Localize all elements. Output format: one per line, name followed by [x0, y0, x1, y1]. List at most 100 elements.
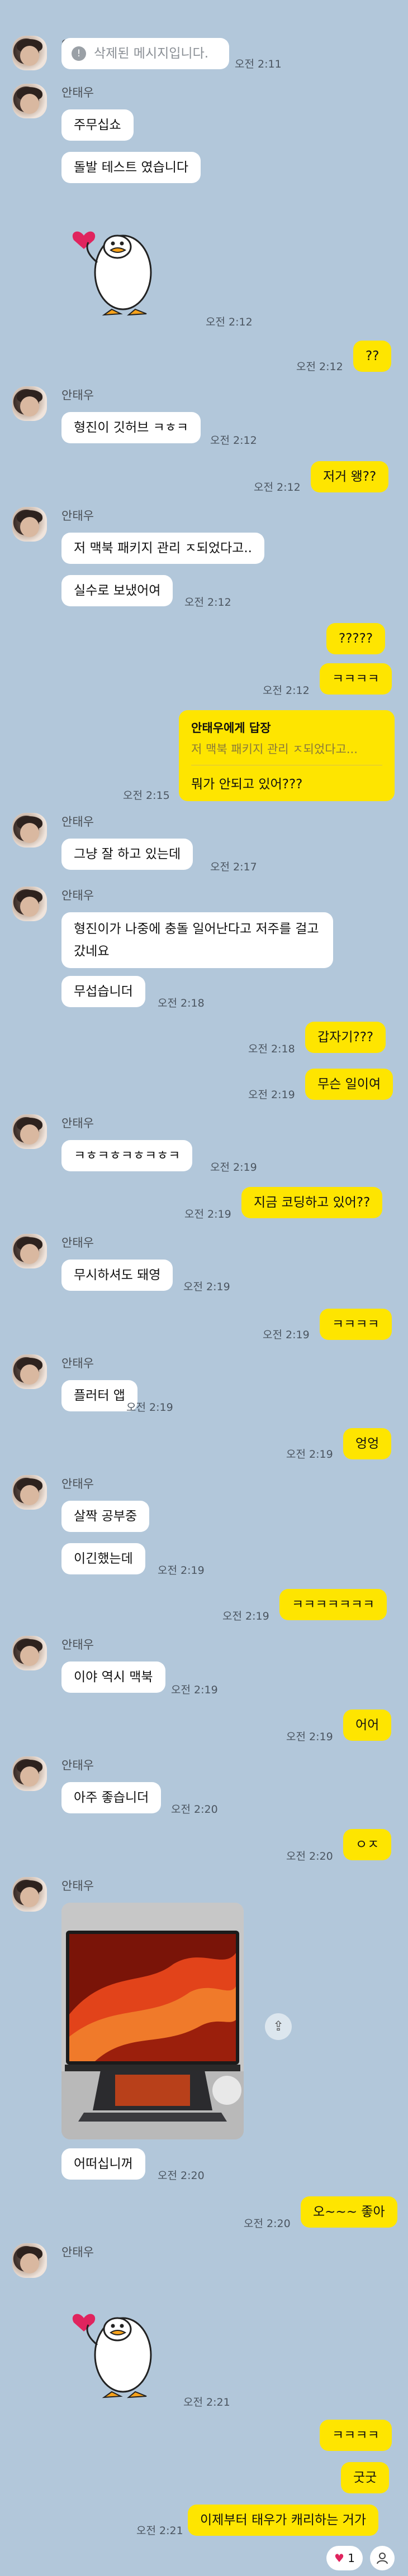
sender-name: 안태우	[61, 509, 94, 523]
message-bubble[interactable]: 갑자기???	[305, 1022, 386, 1053]
timestamp: 오전 2:12	[206, 316, 253, 328]
message-bubble[interactable]: ??	[353, 341, 392, 372]
timestamp: 오전 2:18	[248, 1043, 295, 1055]
message-bubble[interactable]: 살짝 공부중	[61, 1501, 150, 1532]
timestamp: 오전 2:12	[254, 481, 301, 494]
message-bubble[interactable]: 굿굿	[341, 2462, 390, 2493]
avatar[interactable]	[12, 386, 47, 421]
avatar[interactable]	[12, 84, 47, 118]
timestamp: 오전 2:21	[136, 2525, 183, 2537]
timestamp: 오전 2:19	[248, 1089, 295, 1101]
avatar[interactable]	[12, 507, 47, 542]
sender-name: 안태우	[61, 1236, 94, 1249]
avatar[interactable]	[12, 887, 47, 921]
message-bubble[interactable]: ㅋㅋㅋㅋ	[320, 1309, 392, 1340]
reply-message[interactable]: 안태우에게 답장 저 맥북 패키지 관리 ㅈ되었다고... 뭐가 안되고 있어?…	[179, 710, 395, 801]
heart-icon: ♥	[334, 2551, 344, 2565]
message-bubble[interactable]: ㅋㅋㅋㅋㅋㅋㅋ	[279, 1589, 387, 1620]
timestamp: 오전 2:11	[235, 58, 282, 70]
timestamp: 오전 2:19	[171, 1684, 218, 1696]
timestamp: 오전 2:20	[171, 1803, 218, 1816]
message-bubble[interactable]: 어떠십니꺼	[61, 2148, 145, 2180]
timestamp: 오전 2:17	[210, 861, 257, 873]
share-icon[interactable]: ⇪	[265, 2013, 292, 2040]
deleted-message[interactable]: ! 삭제된 메시지입니다.	[61, 38, 229, 69]
message-bubble[interactable]: 무시하셔도 돼영	[61, 1260, 173, 1291]
timestamp: 오전 2:12	[210, 434, 257, 447]
message-bubble[interactable]: ?????	[326, 623, 386, 654]
sender-name: 안태우	[61, 815, 94, 829]
avatar[interactable]	[12, 2243, 47, 2278]
avatar[interactable]	[12, 1475, 47, 1510]
timestamp: 오전 2:19	[184, 1208, 231, 1220]
message-bubble[interactable]: 이야 역시 맥북	[61, 1662, 165, 1693]
timestamp: 오전 2:19	[263, 1329, 310, 1341]
user-icon[interactable]	[370, 2546, 395, 2570]
message-bubble[interactable]: 저거 왱??	[311, 461, 389, 492]
message-bubble[interactable]: 형진이가 나중에 충돌 일어난다고 저주를 걸고 갔네요	[61, 912, 333, 968]
message-bubble[interactable]: 아주 좋습니더	[61, 1782, 162, 1813]
message-bubble[interactable]: ㅋㅋㅋㅋ	[320, 663, 392, 695]
reply-quote[interactable]: 저 맥북 패키지 관리 ㅈ되었다고...	[191, 740, 382, 765]
sender-name: 안태우	[61, 1638, 94, 1651]
message-text: 삭제된 메시지입니다.	[94, 46, 209, 61]
avatar[interactable]	[12, 1234, 47, 1268]
message-bubble[interactable]: 무섭습니더	[61, 976, 145, 1007]
sender-name: 안태우	[61, 86, 94, 99]
sender-name: 안태우	[61, 2245, 94, 2259]
avatar[interactable]	[12, 36, 47, 70]
avatar[interactable]	[12, 1114, 47, 1149]
avatar[interactable]	[12, 1877, 47, 1912]
timestamp: 오전 2:19	[183, 1281, 230, 1293]
message-bubble[interactable]: 주무십쇼	[61, 109, 134, 141]
avatar[interactable]	[12, 1636, 47, 1670]
timestamp: 오전 2:20	[158, 2170, 205, 2182]
timestamp: 오전 2:20	[286, 1850, 333, 1862]
message-bubble[interactable]: 무슨 일이여	[305, 1069, 393, 1100]
macbook-photo[interactable]	[61, 1903, 244, 2139]
sender-name: 안태우	[61, 389, 94, 402]
reaction-badge[interactable]: ♥ 1	[326, 2546, 363, 2570]
sender-name: 안태우	[61, 889, 94, 902]
reply-title: 안태우에게 답장	[191, 721, 271, 735]
sender-name: 안태우	[61, 1357, 94, 1370]
message-bubble[interactable]: 돌발 테스트 였습니다	[61, 152, 201, 183]
message-bubble[interactable]: 엉엉	[343, 1428, 392, 1459]
timestamp: 오전 2:12	[184, 596, 231, 609]
timestamp: 오전 2:12	[296, 361, 343, 373]
timestamp: 오전 2:15	[123, 789, 170, 802]
sender-name: 안태우	[61, 1477, 94, 1491]
message-bubble[interactable]: 실수로 보냈어여	[61, 575, 173, 606]
duck-heart-sticker[interactable]	[67, 2289, 190, 2401]
timestamp: 오전 2:18	[158, 997, 205, 1009]
timestamp: 오전 2:19	[222, 1610, 269, 1622]
message-text: 뭐가 안되고 있어???	[191, 777, 303, 792]
message-bubble[interactable]: 형진이 깃허브 ㅋㅎㅋ	[61, 412, 201, 443]
timestamp: 오전 2:19	[126, 1401, 173, 1414]
timestamp: 오전 2:21	[183, 2396, 230, 2409]
timestamp: 오전 2:20	[244, 2218, 291, 2230]
duck-heart-sticker[interactable]	[67, 207, 190, 318]
sender-name: 안태우	[61, 1879, 94, 1893]
message-bubble[interactable]: 그냥 잘 하고 있는데	[61, 839, 193, 870]
message-bubble[interactable]: ㅋㅎㅋㅎㅋㅎㅋㅎㅋ	[61, 1140, 193, 1171]
message-bubble[interactable]: 지금 코딩하고 있어??	[241, 1187, 383, 1218]
info-icon: !	[72, 46, 86, 61]
message-bubble[interactable]: 저 맥북 패키지 관리 ㅈ되었다고..	[61, 533, 264, 564]
avatar[interactable]	[12, 1354, 47, 1389]
message-bubble[interactable]: 어어	[343, 1710, 392, 1741]
timestamp: 오전 2:19	[158, 1564, 205, 1577]
reaction-count: 1	[348, 2551, 355, 2565]
message-bubble[interactable]: 이제부터 태우가 캐리하는 거가	[188, 2505, 379, 2536]
message-bubble[interactable]: 오~~~ 좋아	[301, 2196, 397, 2228]
timestamp: 오전 2:19	[210, 1161, 257, 1174]
sender-name: 안태우	[61, 1759, 94, 1772]
message-bubble[interactable]: 이긴했는데	[61, 1543, 145, 1574]
message-bubble[interactable]: ㅋㅋㅋㅋ	[320, 2420, 392, 2451]
timestamp: 오전 2:19	[286, 1448, 333, 1461]
timestamp: 오전 2:12	[263, 684, 310, 697]
avatar[interactable]	[12, 1756, 47, 1791]
timestamp: 오전 2:19	[286, 1731, 333, 1743]
message-bubble[interactable]: ㅇㅈ	[343, 1829, 392, 1860]
avatar[interactable]	[12, 813, 47, 848]
